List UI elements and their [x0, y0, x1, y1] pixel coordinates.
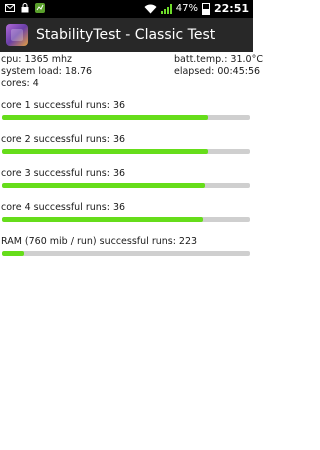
ram-progress-fill [2, 251, 25, 256]
core-1-label: core 1 successful runs: 36 [1, 100, 126, 111]
ram-section: RAM (760 mib / run) successful runs: 223 [0, 236, 253, 256]
core-4-progress-fill [2, 217, 203, 222]
info-row-cpu: cpu: 1365 mhz batt.temp.: 31.0°C [0, 54, 263, 66]
core-4-label: core 4 successful runs: 36 [1, 202, 126, 213]
core-3-progress-fill [2, 183, 206, 188]
cpu-frequency: cpu: 1365 mhz [1, 54, 72, 65]
system-load: system load: 18.76 [1, 66, 93, 77]
battery-temperature: batt.temp.: 31.0°C [174, 54, 263, 65]
system-info: cpu: 1365 mhz batt.temp.: 31.0°C system … [0, 54, 263, 90]
core-2-section: core 2 successful runs: 36 [0, 134, 253, 154]
core-3-section: core 3 successful runs: 36 [0, 168, 253, 188]
core-count: cores: 4 [1, 78, 39, 89]
action-bar: StabilityTest - Classic Test [0, 18, 253, 52]
core-1-progress-bar [2, 115, 250, 120]
app-logo-icon[interactable] [6, 24, 28, 46]
core-4-progress-bar [2, 217, 250, 222]
core-2-progress-bar [2, 149, 250, 154]
core-4-section: core 4 successful runs: 36 [0, 202, 253, 222]
core-3-label: core 3 successful runs: 36 [1, 168, 126, 179]
lock-icon [21, 3, 29, 13]
app-notification-icon [35, 3, 45, 13]
ram-progress-bar [2, 251, 250, 256]
battery-icon [201, 2, 210, 15]
app-title: StabilityTest - Classic Test [36, 27, 216, 43]
core-2-progress-fill [2, 149, 208, 154]
info-row-load: system load: 18.76 elapsed: 00:45:56 [0, 66, 260, 78]
clock: 22:51 [213, 2, 249, 15]
info-row-cores: cores: 4 [0, 78, 253, 90]
core-3-progress-bar [2, 183, 250, 188]
core-2-label: core 2 successful runs: 36 [1, 134, 126, 145]
core-1-section: core 1 successful runs: 36 [0, 100, 253, 120]
mail-icon [5, 4, 15, 12]
status-bar: 47% 22:51 [0, 0, 253, 18]
wifi-icon [144, 4, 157, 13]
core-1-progress-fill [2, 115, 208, 120]
signal-icon [160, 3, 172, 14]
battery-percent: 47% [175, 3, 198, 14]
status-system: 47% 22:51 [144, 2, 249, 15]
elapsed-time: elapsed: 00:45:56 [174, 66, 261, 77]
status-notifications [5, 3, 45, 13]
ram-label: RAM (760 mib / run) successful runs: 223 [1, 236, 198, 247]
